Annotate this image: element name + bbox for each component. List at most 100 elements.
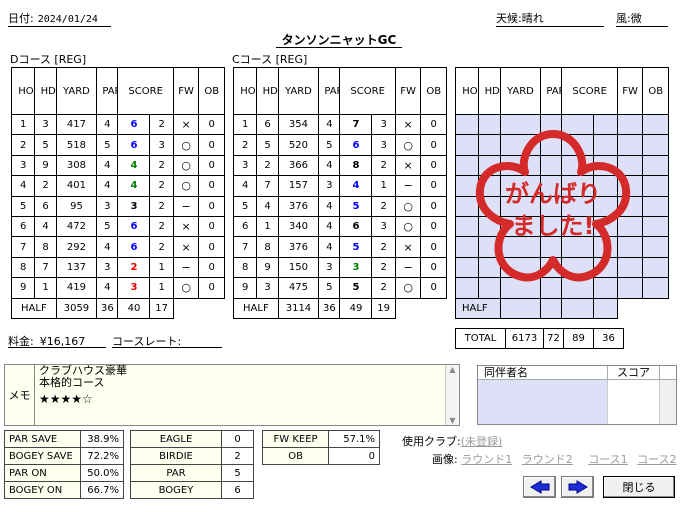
hole-hdcp: 9 bbox=[256, 256, 279, 279]
hole-row[interactable]: 8 7 137 3 2 1−0 bbox=[10, 256, 225, 279]
total-label: TOTAL bbox=[455, 328, 506, 349]
stat-value: 66.7% bbox=[80, 481, 124, 499]
hdcp-header: HDCP bbox=[256, 67, 279, 115]
hole-number: 5 bbox=[10, 195, 36, 217]
hole-fw: ○ bbox=[394, 134, 422, 156]
scroll-up-icon[interactable]: ▲ bbox=[446, 365, 459, 374]
hole-fw: × bbox=[172, 215, 200, 238]
companion-score-column bbox=[608, 380, 660, 424]
hole-hdcp: 3 bbox=[256, 277, 279, 299]
stat-row: BIRDIE 2 bbox=[130, 447, 254, 465]
stamp-line1: がんばり bbox=[505, 180, 601, 208]
hole-yard: 401 bbox=[55, 175, 98, 197]
hole-yard: 518 bbox=[55, 134, 98, 156]
hole-row[interactable]: 2 5 520 5 6 3 ○ 0 bbox=[232, 134, 447, 156]
hole-row[interactable]: 5 6 95 3 3 2−0 bbox=[10, 195, 225, 217]
hole-hdcp: 6 bbox=[256, 113, 279, 136]
hole-ob: 0 bbox=[420, 175, 447, 197]
hole-row[interactable]: 4 2 401 4 4 2 ○ 0 bbox=[10, 175, 225, 197]
hole-row[interactable]: 3 9 308 4 4 2 ○ 0 bbox=[10, 154, 225, 177]
companion-score-header[interactable]: スコア bbox=[608, 366, 660, 379]
stat-value: 2 bbox=[221, 447, 254, 465]
stat-label: PAR ON bbox=[3, 464, 82, 482]
hole-row[interactable]: 4 7 157 3 4 1−0 bbox=[232, 175, 447, 197]
memo-label: メモ bbox=[5, 365, 35, 425]
stat-label: PAR bbox=[130, 464, 222, 482]
hole-row[interactable]: 6 1 340 4 6 3 ○ 0 bbox=[232, 215, 447, 238]
hole-score: 5 bbox=[339, 236, 373, 258]
hole-number: 4 bbox=[232, 175, 258, 197]
scroll-down-icon[interactable]: ▼ bbox=[446, 416, 459, 425]
hole-row[interactable]: 9 1 419 4 3 1 ○ 0 bbox=[10, 277, 225, 299]
hole-row[interactable]: 9 3 475 5 5 2 ○ 0 bbox=[232, 277, 447, 299]
stat-label: PAR SAVE bbox=[3, 430, 82, 448]
empty-cell bbox=[642, 215, 669, 238]
hole-par: 4 bbox=[96, 236, 119, 258]
hole-score: 4 bbox=[339, 175, 373, 197]
hole-row[interactable]: 8 9 150 3 3 2−0 bbox=[232, 256, 447, 279]
image-course2-link[interactable]: コース2 bbox=[637, 453, 676, 466]
companions-list[interactable]: 同伴者名 スコア bbox=[477, 365, 677, 425]
hole-fw: ○ bbox=[172, 277, 200, 299]
memo-box[interactable]: メモ クラブハウス豪華 本格的コース ★★★★☆ ▲ ▼ bbox=[4, 364, 460, 426]
image-course1-link[interactable]: コース1 bbox=[588, 453, 627, 466]
next-button[interactable] bbox=[561, 476, 594, 498]
hole-ob: 0 bbox=[420, 277, 447, 299]
image-round1-link[interactable]: ラウンド1 bbox=[461, 453, 512, 466]
total-score: 89 bbox=[563, 328, 594, 349]
stat-value: 38.9% bbox=[80, 430, 124, 448]
clubs-link[interactable]: (未登録) bbox=[461, 435, 503, 448]
hole-number: 1 bbox=[232, 113, 258, 136]
hole-hdcp: 2 bbox=[34, 175, 57, 197]
hole-row[interactable]: 5 4 376 4 5 2 ○ 0 bbox=[232, 195, 447, 217]
hole-yard: 520 bbox=[277, 134, 320, 156]
hole-score: 6 bbox=[339, 134, 373, 156]
half-score: 40 bbox=[117, 297, 151, 319]
hole-fw: ○ bbox=[394, 195, 422, 217]
hole-row[interactable]: 7 8 376 4 5 2 × 0 bbox=[232, 236, 447, 258]
stat-value: 57.1% bbox=[328, 430, 380, 448]
stat-label: FW KEEP bbox=[261, 430, 330, 448]
weather-label: 天候: bbox=[496, 12, 522, 25]
weather-value: 晴れ bbox=[521, 12, 544, 25]
hole-ob: 0 bbox=[198, 195, 225, 217]
score-header: SCORE bbox=[339, 67, 396, 115]
half-label: HALF bbox=[233, 297, 279, 319]
hole-putt: 2 bbox=[149, 195, 174, 217]
hole-row[interactable]: 1 6 354 4 7 3 × 0 bbox=[232, 113, 447, 136]
memo-scrollbar[interactable]: ▲ ▼ bbox=[445, 365, 459, 425]
hole-row[interactable]: 2 5 518 5 6 3 ○ 0 bbox=[10, 134, 225, 156]
hole-number: 3 bbox=[232, 154, 258, 177]
hole-ob: 0 bbox=[198, 215, 225, 238]
empty-cell bbox=[421, 298, 447, 318]
half-par bbox=[540, 297, 563, 319]
hole-score: 8 bbox=[339, 154, 373, 177]
hole-score: 3 bbox=[117, 195, 151, 217]
hole-yard: 150 bbox=[277, 256, 320, 279]
hdcp-header: HDCP bbox=[478, 67, 501, 115]
hole-row[interactable]: 3 2 366 4 8 2 × 0 bbox=[232, 154, 447, 177]
hole-putt: 2 bbox=[371, 154, 396, 177]
stat-label: BOGEY bbox=[130, 481, 222, 499]
hole-par: 4 bbox=[318, 154, 341, 177]
hole-par: 4 bbox=[96, 277, 119, 299]
clubs-label: 使用クラブ: bbox=[402, 435, 461, 448]
image-round2-link[interactable]: ラウンド2 bbox=[522, 453, 573, 466]
half-score: 49 bbox=[339, 297, 373, 319]
hole-hdcp: 5 bbox=[256, 134, 279, 156]
hole-score: 4 bbox=[117, 175, 151, 197]
flower-stamp-icon: がんばり ました! bbox=[475, 130, 631, 282]
hole-row[interactable]: 7 8 292 4 6 2 × 0 bbox=[10, 236, 225, 258]
hole-row[interactable]: 6 4 472 5 6 2 × 0 bbox=[10, 215, 225, 238]
companion-name-header[interactable]: 同伴者名 bbox=[478, 366, 608, 379]
hole-yard: 292 bbox=[55, 236, 98, 258]
memo-text[interactable]: クラブハウス豪華 本格的コース ★★★★☆ bbox=[39, 365, 127, 406]
companion-scrollbar[interactable] bbox=[660, 380, 676, 424]
hole-ob: 0 bbox=[420, 256, 447, 279]
hole-par: 5 bbox=[96, 215, 119, 238]
hole-yard: 472 bbox=[55, 215, 98, 238]
hole-row[interactable]: 1 3 417 4 6 2 × 0 bbox=[10, 113, 225, 136]
hole-ob: 0 bbox=[198, 256, 225, 279]
prev-button[interactable] bbox=[523, 476, 556, 498]
close-button[interactable]: 閉じる bbox=[603, 476, 675, 498]
